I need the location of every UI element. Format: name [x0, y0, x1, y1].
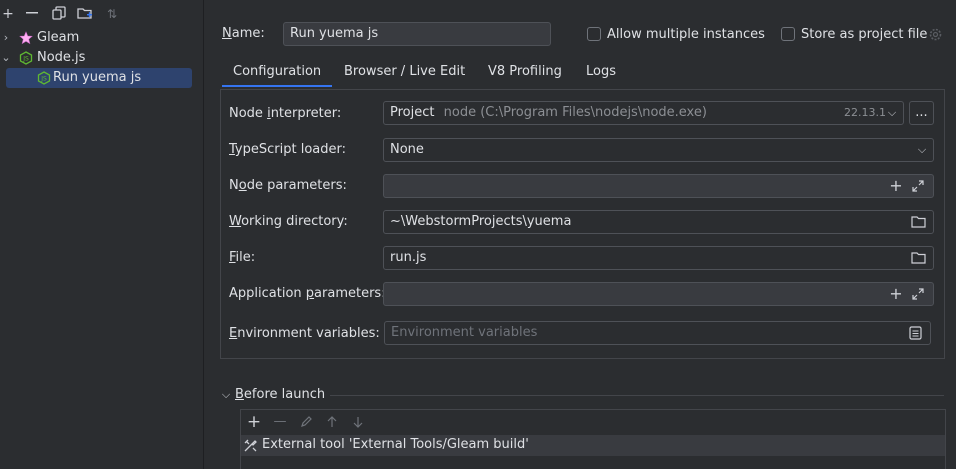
name-label: Name:: [222, 26, 265, 42]
gear-icon[interactable]: [928, 27, 943, 42]
chevron-down-icon[interactable]: ⌵: [217, 387, 235, 403]
browse-interpreter-button[interactable]: ...: [909, 101, 934, 125]
svg-text:JS: JS: [40, 76, 47, 83]
typescript-loader-select[interactable]: None: [383, 138, 934, 162]
interpreter-kind: Project: [390, 105, 435, 120]
label-part: orking directory:: [241, 214, 348, 229]
allow-multiple-checkbox[interactable]: [587, 27, 601, 41]
label-part: arameters:: [314, 286, 386, 301]
store-project-label[interactable]: Store as project file: [801, 27, 927, 43]
environment-variables-label: Environment variables:: [229, 326, 380, 342]
label-part: Application: [229, 286, 306, 301]
working-directory-input[interactable]: ~\WebstormProjects\yuema: [383, 210, 934, 234]
before-launch-task-row[interactable]: External tool 'External Tools/Gleam buil…: [241, 435, 945, 456]
name-label-rest: ame:: [231, 26, 265, 41]
label-mnemonic: B: [235, 387, 244, 402]
node-interpreter-select[interactable]: Project node (C:\Program Files\nodejs\no…: [383, 101, 904, 125]
add-icon[interactable]: +: [0, 6, 16, 22]
allow-multiple-label[interactable]: Allow multiple instances: [607, 27, 765, 43]
folder-icon[interactable]: [911, 251, 926, 264]
node-parameters-input[interactable]: [383, 174, 934, 198]
tree-item-run-yuema-js[interactable]: JS Run yuema js: [6, 68, 192, 88]
tab-configuration[interactable]: Configuration: [222, 61, 333, 87]
document-icon[interactable]: [909, 326, 922, 340]
folder-icon-glyph: [77, 8, 92, 19]
add-macro-icon[interactable]: +: [887, 286, 905, 302]
external-tool-icon: [244, 439, 257, 452]
configurations-tree-panel: + ⇅ › Gleam ⌄ JS Node.js JS Run yuema js: [0, 0, 204, 469]
remove-icon[interactable]: [24, 6, 40, 24]
gleam-star-icon: [19, 31, 33, 45]
nodejs-icon: JS: [37, 71, 51, 85]
add-icon[interactable]: +: [245, 414, 263, 431]
label-part: Node: [229, 106, 268, 121]
before-launch-title[interactable]: Before launch: [235, 387, 325, 403]
label-mnemonic: o: [238, 178, 247, 193]
working-directory-label: Working directory:: [229, 214, 348, 230]
folder-icon[interactable]: [911, 215, 926, 228]
application-parameters-input[interactable]: [383, 282, 934, 306]
environment-variables-input[interactable]: Environment variables: [384, 321, 931, 345]
label-part: de parameters:: [246, 178, 347, 193]
tree-item-label: Node.js: [37, 50, 86, 65]
nodejs-icon: JS: [19, 51, 33, 65]
label-part: ile:: [235, 250, 256, 265]
chevron-down-icon[interactable]: ⌵: [883, 105, 901, 121]
application-parameters-label: Application parameters:: [229, 286, 386, 302]
remove-icon[interactable]: —: [271, 414, 289, 430]
label-mnemonic: p: [305, 286, 315, 301]
label-part: ypeScript loader:: [234, 142, 346, 157]
chevron-down-icon[interactable]: ⌄: [1, 48, 11, 68]
new-folder-icon[interactable]: [77, 6, 93, 24]
tab-browser-live-edit[interactable]: Browser / Live Edit: [344, 61, 465, 87]
label-part: N: [229, 178, 239, 193]
store-project-checkbox[interactable]: [781, 27, 795, 41]
file-label: File:: [229, 250, 255, 266]
copy-icon[interactable]: [51, 6, 67, 24]
name-label-mnemonic: N: [222, 26, 232, 41]
move-up-icon[interactable]: [325, 415, 339, 429]
copy-icon-glyph: [52, 6, 66, 20]
label-part: nterpreter:: [270, 106, 342, 121]
expand-icon[interactable]: [911, 179, 925, 193]
tree-item-nodejs[interactable]: ⌄ JS Node.js: [0, 48, 204, 68]
interpreter-path: node (C:\Program Files\nodejs\node.exe): [443, 105, 707, 120]
expand-icon[interactable]: [911, 287, 925, 301]
name-field[interactable]: Run yuema js: [283, 22, 551, 46]
edit-pencil-icon[interactable]: [299, 415, 313, 429]
chevron-right-icon[interactable]: ›: [1, 28, 11, 48]
tab-v8-profiling[interactable]: V8 Profiling: [488, 61, 562, 87]
tree-item-label: Run yuema js: [53, 70, 142, 85]
label-part: nvironment variables:: [237, 326, 380, 341]
label-mnemonic: W: [229, 214, 242, 229]
tab-logs[interactable]: Logs: [586, 61, 616, 87]
remove-icon-glyph: [26, 12, 38, 14]
node-parameters-label: Node parameters:: [229, 178, 347, 194]
label-mnemonic: E: [229, 326, 238, 341]
chevron-down-icon[interactable]: ⌵: [913, 142, 931, 158]
add-macro-icon[interactable]: +: [887, 178, 905, 194]
label-part: efore launch: [243, 387, 326, 402]
tree-item-label: Gleam: [37, 30, 80, 45]
section-divider: [330, 395, 944, 396]
tree-item-gleam[interactable]: › Gleam: [0, 28, 204, 48]
file-input[interactable]: run.js: [383, 246, 934, 270]
before-launch-task-label: External tool 'External Tools/Gleam buil…: [262, 437, 529, 452]
move-down-icon[interactable]: [351, 415, 365, 429]
interpreter-version: 22.13.1: [844, 106, 886, 119]
svg-text:JS: JS: [22, 56, 29, 63]
sort-icon[interactable]: ⇅: [104, 6, 120, 22]
node-interpreter-label: Node interpreter:: [229, 106, 341, 122]
typescript-loader-label: TypeScript loader:: [229, 142, 346, 158]
